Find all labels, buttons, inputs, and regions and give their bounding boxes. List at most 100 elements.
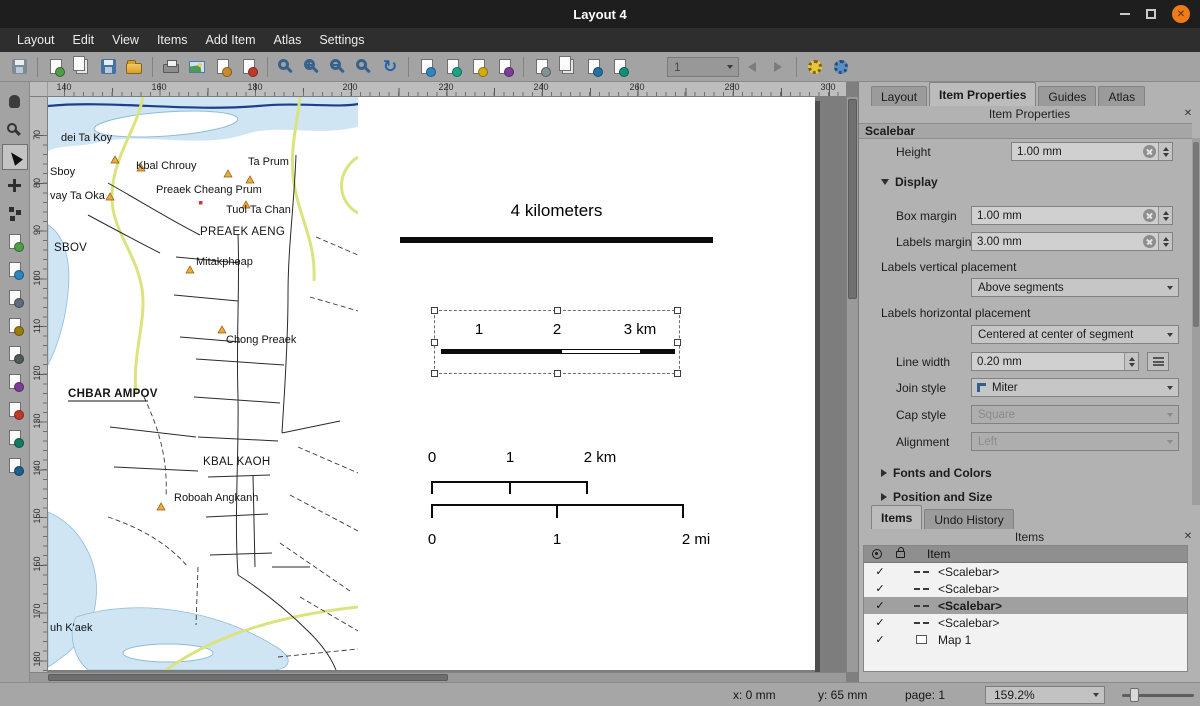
section-display[interactable]: Display bbox=[881, 175, 938, 189]
save-project-button[interactable] bbox=[6, 54, 32, 80]
zoom-in-button[interactable] bbox=[299, 54, 325, 80]
selection-handle[interactable] bbox=[431, 370, 438, 377]
menu-edit[interactable]: Edit bbox=[64, 30, 104, 50]
atlas-page-combo[interactable]: 1 bbox=[667, 57, 739, 77]
export-image-button[interactable] bbox=[184, 54, 210, 80]
box-margin-input[interactable]: 1.00 mm bbox=[971, 206, 1173, 225]
zoom-slider[interactable] bbox=[1122, 694, 1194, 697]
layout-properties-button[interactable] bbox=[828, 54, 854, 80]
map-item[interactable]: dei Ta Koy Kbal Chrouy Ta Prum Sboy vay … bbox=[48, 97, 358, 670]
visibility-check-icon[interactable]: ✓ bbox=[870, 565, 890, 578]
select-move-tool-button[interactable] bbox=[2, 144, 28, 170]
menu-items[interactable]: Items bbox=[148, 30, 197, 50]
scalebar-numeric-label[interactable]: 4 kilometers bbox=[400, 201, 713, 221]
atlas-settings-button[interactable] bbox=[802, 54, 828, 80]
refresh-view-button[interactable]: ↻ bbox=[377, 54, 403, 80]
tab-items[interactable]: Items bbox=[871, 505, 922, 529]
edit-nodes-tool-button[interactable] bbox=[2, 200, 28, 226]
data-defined-override-button[interactable] bbox=[1147, 352, 1169, 371]
scrollbar-thumb[interactable] bbox=[1193, 142, 1199, 327]
print-button[interactable] bbox=[158, 54, 184, 80]
panel-close-icon[interactable]: ✕ bbox=[1182, 107, 1194, 119]
minimize-icon[interactable] bbox=[1120, 13, 1130, 15]
clear-value-icon[interactable] bbox=[1143, 235, 1156, 248]
labels-margin-input[interactable]: 3.00 mm bbox=[971, 232, 1173, 251]
spin-buttons[interactable] bbox=[1158, 233, 1172, 250]
show-guides-button[interactable] bbox=[466, 54, 492, 80]
add-scalebar-button[interactable] bbox=[2, 340, 28, 366]
scrollbar-thumb[interactable] bbox=[848, 99, 857, 299]
raise-items-button[interactable] bbox=[581, 54, 607, 80]
menu-add-item[interactable]: Add Item bbox=[197, 30, 265, 50]
item-row-scalebar[interactable]: ✓ <Scalebar> bbox=[864, 614, 1187, 631]
selection-handle[interactable] bbox=[674, 307, 681, 314]
spin-buttons[interactable] bbox=[1158, 207, 1172, 224]
zoom-tool-button[interactable] bbox=[2, 116, 28, 142]
tab-item-properties[interactable]: Item Properties bbox=[929, 82, 1036, 106]
titlebar[interactable]: Layout 4 ✕ bbox=[0, 0, 1200, 28]
menu-layout[interactable]: Layout bbox=[8, 30, 64, 50]
visibility-check-icon[interactable]: ✓ bbox=[870, 633, 890, 646]
scrollbar-thumb[interactable] bbox=[48, 674, 448, 681]
selection-handle[interactable] bbox=[674, 339, 681, 346]
tab-guides[interactable]: Guides bbox=[1038, 86, 1096, 106]
item-row-scalebar-selected[interactable]: ✓ <Scalebar> bbox=[864, 597, 1187, 614]
new-layout-button[interactable] bbox=[43, 54, 69, 80]
labels-horizontal-combo[interactable]: Centered at center of segment bbox=[971, 325, 1179, 344]
export-svg-button[interactable] bbox=[210, 54, 236, 80]
visibility-check-icon[interactable]: ✓ bbox=[870, 616, 890, 629]
selection-handle[interactable] bbox=[554, 307, 561, 314]
duplicate-layout-button[interactable] bbox=[69, 54, 95, 80]
add-arrow-button[interactable] bbox=[2, 396, 28, 422]
spin-buttons[interactable] bbox=[1158, 143, 1172, 160]
snap-grid-button[interactable] bbox=[440, 54, 466, 80]
tab-undo-history[interactable]: Undo History bbox=[924, 509, 1013, 529]
labels-vertical-combo[interactable]: Above segments bbox=[971, 278, 1179, 297]
menu-view[interactable]: View bbox=[103, 30, 148, 50]
panel-close-icon[interactable]: ✕ bbox=[1182, 530, 1194, 542]
clear-value-icon[interactable] bbox=[1143, 145, 1156, 158]
vertical-ruler[interactable]: 70 80 90 100 110 120 130 140 150 160 170… bbox=[30, 97, 48, 672]
maximize-icon[interactable] bbox=[1146, 9, 1156, 19]
add-label-button[interactable] bbox=[2, 284, 28, 310]
group-items-button[interactable] bbox=[555, 54, 581, 80]
selection-handle[interactable] bbox=[431, 339, 438, 346]
horizontal-ruler[interactable]: 140 160 180 200 220 240 260 280 300 bbox=[48, 82, 846, 97]
canvas-vertical-scrollbar[interactable] bbox=[846, 97, 858, 672]
add-table-button[interactable] bbox=[2, 452, 28, 478]
atlas-prev-button[interactable] bbox=[739, 54, 765, 80]
height-input[interactable]: 1.00 mm bbox=[1011, 142, 1173, 161]
menu-settings[interactable]: Settings bbox=[310, 30, 373, 50]
lock-items-button[interactable] bbox=[529, 54, 555, 80]
snap-guides-button[interactable] bbox=[492, 54, 518, 80]
visibility-check-icon[interactable]: ✓ bbox=[870, 599, 890, 612]
save-as-template-button[interactable] bbox=[95, 54, 121, 80]
selection-handle[interactable] bbox=[674, 370, 681, 377]
move-content-tool-button[interactable] bbox=[2, 172, 28, 198]
section-position-and-size[interactable]: Position and Size bbox=[881, 490, 992, 504]
menu-atlas[interactable]: Atlas bbox=[265, 30, 311, 50]
add-items-from-template-button[interactable] bbox=[121, 54, 147, 80]
item-row-scalebar[interactable]: ✓ <Scalebar> bbox=[864, 563, 1187, 580]
visibility-check-icon[interactable]: ✓ bbox=[870, 582, 890, 595]
scalebar-box-selected[interactable]: 1 2 3 km bbox=[434, 310, 680, 374]
selection-handle[interactable] bbox=[431, 307, 438, 314]
show-grid-button[interactable] bbox=[414, 54, 440, 80]
zoom-level-combo[interactable]: 159.2% bbox=[985, 686, 1105, 704]
close-icon[interactable]: ✕ bbox=[1172, 5, 1190, 23]
scalebar-numeric-bar[interactable] bbox=[400, 237, 713, 243]
add-legend-button[interactable] bbox=[2, 312, 28, 338]
zoom-actual-button[interactable] bbox=[351, 54, 377, 80]
line-width-input[interactable]: 0.20 mm bbox=[971, 352, 1139, 371]
atlas-next-button[interactable] bbox=[765, 54, 791, 80]
align-items-button[interactable] bbox=[607, 54, 633, 80]
tab-atlas[interactable]: Atlas bbox=[1098, 86, 1145, 106]
zoom-out-button[interactable] bbox=[325, 54, 351, 80]
add-picture-button[interactable] bbox=[2, 256, 28, 282]
clear-value-icon[interactable] bbox=[1143, 209, 1156, 222]
join-style-combo[interactable]: Miter bbox=[971, 378, 1179, 397]
export-pdf-button[interactable] bbox=[236, 54, 262, 80]
tab-layout[interactable]: Layout bbox=[871, 86, 927, 106]
add-shape-button[interactable] bbox=[2, 368, 28, 394]
add-html-button[interactable] bbox=[2, 424, 28, 450]
